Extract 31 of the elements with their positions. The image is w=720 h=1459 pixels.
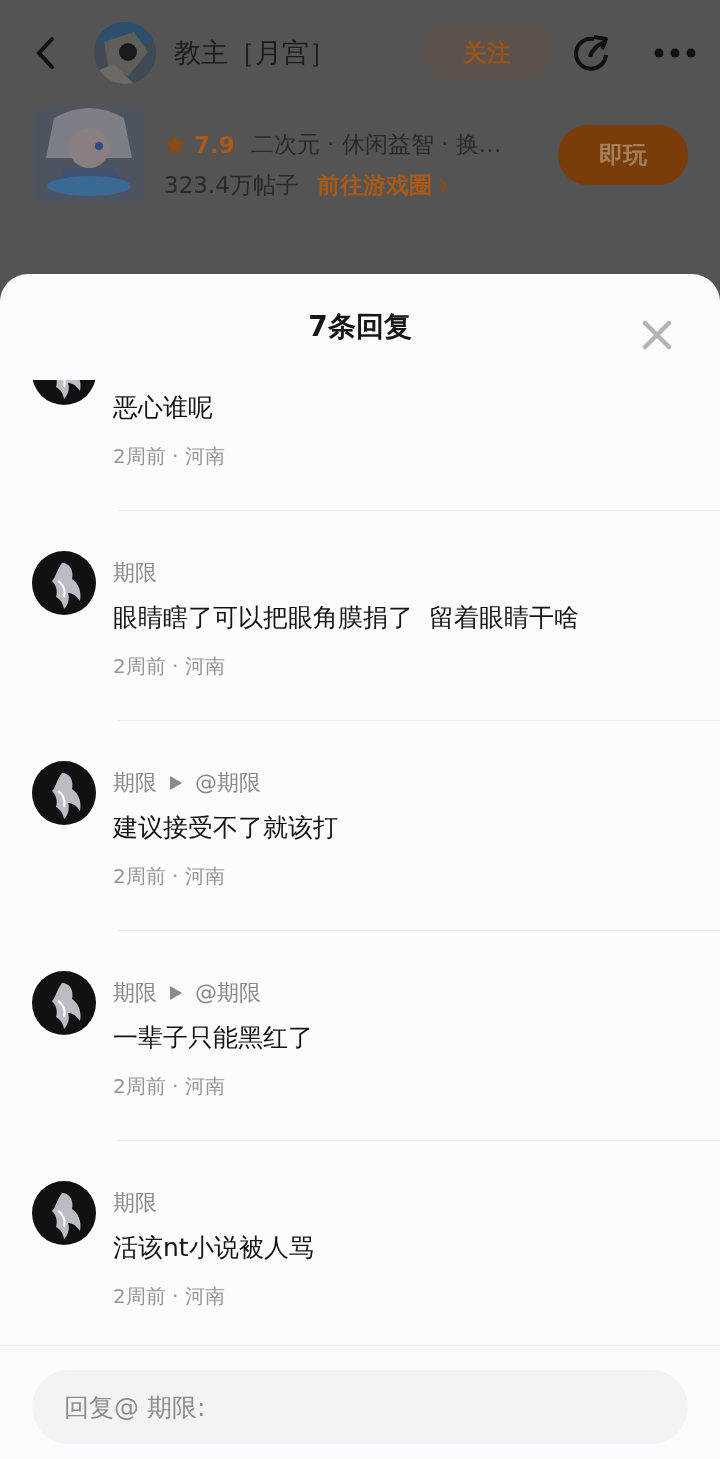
- rating: 7.9: [194, 131, 235, 158]
- comment-meta: 2周前 · 河南: [113, 863, 226, 890]
- avatar: [32, 1181, 96, 1245]
- chevron-icon: [437, 176, 448, 195]
- avatar: [32, 551, 96, 615]
- comment-text: 眼睛瞎了可以把眼角膜捐了 留着眼睛干啥: [113, 601, 580, 634]
- reply-target[interactable]: @期限: [195, 768, 261, 798]
- close-icon[interactable]: [642, 320, 672, 350]
- sheet-title: 7条回复: [308, 309, 412, 345]
- comment-meta: 2周前 · 河南: [113, 443, 226, 470]
- commenter-name[interactable]: 期限: [113, 1188, 157, 1218]
- play-button[interactable]: 即玩: [558, 125, 688, 185]
- reply-input[interactable]: 回复@ 期限:: [32, 1370, 688, 1444]
- more-icon[interactable]: [654, 47, 696, 58]
- comment-text: 活该nt小说被人骂: [113, 1231, 315, 1264]
- star-icon: [164, 133, 186, 156]
- comment-meta: 2周前 · 河南: [113, 1283, 226, 1310]
- comment-meta: 2周前 · 河南: [113, 1073, 226, 1100]
- reply-target[interactable]: @期限: [195, 978, 261, 1008]
- commenter-name[interactable]: 期限: [113, 978, 157, 1008]
- comment-text: 一辈子只能黑红了: [113, 1021, 314, 1054]
- avatar: [32, 971, 96, 1035]
- commenter-name[interactable]: 期限: [113, 558, 157, 588]
- channel-title: 教主［月宫］: [174, 35, 337, 70]
- triangle-icon: [169, 985, 183, 1001]
- triangle-icon: [169, 775, 183, 791]
- comment-text: 恶心谁呢: [113, 391, 214, 424]
- commenter-name[interactable]: 期限: [113, 768, 157, 798]
- comment-meta: 2周前 · 河南: [113, 653, 226, 680]
- comment-text: 建议接受不了就该打: [113, 811, 339, 844]
- avatar: [32, 761, 96, 825]
